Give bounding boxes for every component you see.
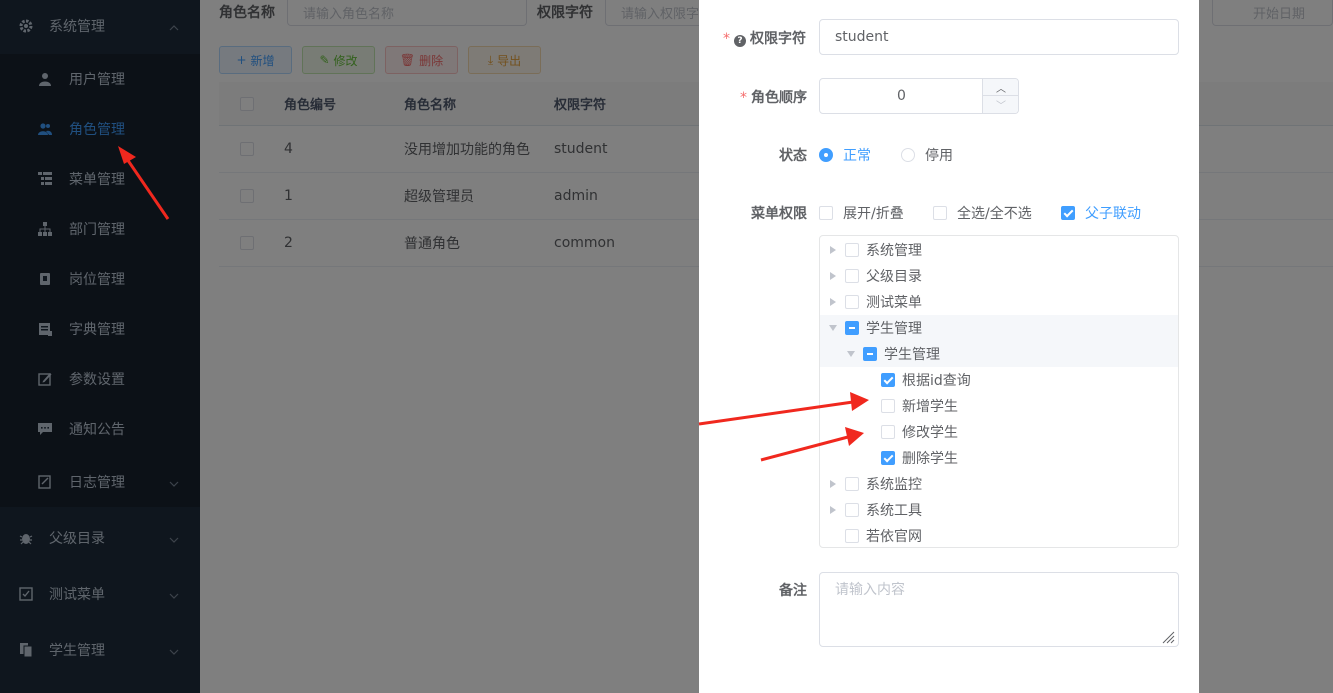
order-value: 0 <box>897 88 906 104</box>
caret-right-icon[interactable] <box>829 272 837 280</box>
checkbox <box>933 206 947 220</box>
checkbox <box>1061 206 1075 220</box>
order-stepper[interactable]: 0 ︿ ﹀ <box>819 78 1019 114</box>
tree-node[interactable]: 系统监控 <box>820 471 1178 497</box>
checkbox[interactable] <box>845 243 859 257</box>
caret-right-icon[interactable] <box>829 480 837 488</box>
tree-node-label: 系统工具 <box>866 503 922 519</box>
caret-down-icon[interactable] <box>847 350 855 358</box>
tree-node[interactable]: 系统管理 <box>820 237 1178 263</box>
tree-node[interactable]: 若依官网 <box>820 523 1178 549</box>
tree-node[interactable]: 新增学生 <box>820 393 1178 419</box>
radio-dot <box>901 148 915 162</box>
tree-node-label: 删除学生 <box>902 451 958 467</box>
tree-node-label: 根据id查询 <box>902 373 971 389</box>
tree-node-label: 父级目录 <box>866 269 922 285</box>
status-normal-radio[interactable]: 正常 <box>819 145 871 165</box>
perm-input[interactable]: student <box>819 19 1179 55</box>
expand-collapse-checkbox[interactable]: 展开/折叠 <box>819 203 904 223</box>
radio-label: 正常 <box>843 148 871 164</box>
tree-node[interactable]: 测试菜单 <box>820 289 1178 315</box>
checkbox[interactable] <box>845 269 859 283</box>
checkbox <box>819 206 833 220</box>
stepper-buttons: ︿ ﹀ <box>982 79 1019 113</box>
status-disabled-radio[interactable]: 停用 <box>901 145 953 165</box>
tree-node[interactable]: 修改学生 <box>820 419 1178 445</box>
tree-node-label: 若依官网 <box>866 529 922 545</box>
tree-node[interactable]: 根据id查询 <box>820 367 1178 393</box>
tree-node-label: 学生管理 <box>884 347 940 363</box>
caret-right-icon[interactable] <box>829 246 837 254</box>
remark-form-label: 备注 <box>779 583 807 599</box>
checkbox[interactable] <box>881 399 895 413</box>
tree-node-label: 测试菜单 <box>866 295 922 311</box>
chevron-down-icon[interactable]: ﹀ <box>983 96 1019 113</box>
caret-right-icon[interactable] <box>829 298 837 306</box>
remark-textarea[interactable]: 请输入内容 <box>819 572 1179 647</box>
menu-perm-form-label: 菜单权限 <box>751 206 807 222</box>
linkage-checkbox[interactable]: 父子联动 <box>1061 203 1141 223</box>
resize-handle-icon[interactable] <box>1159 628 1175 644</box>
role-dialog: *? 权限字符 student * 角色顺序 0 ︿ ﹀ 状态 正常 停用 菜单权限… <box>699 0 1199 693</box>
checkbox[interactable] <box>845 529 859 543</box>
caret-down-icon[interactable] <box>829 324 837 332</box>
checkbox[interactable] <box>881 451 895 465</box>
checkbox-label: 全选/全不选 <box>957 206 1032 222</box>
checkbox[interactable] <box>845 321 859 335</box>
checkbox[interactable] <box>845 477 859 491</box>
status-form-label: 状态 <box>779 148 807 164</box>
select-all-checkbox[interactable]: 全选/全不选 <box>933 203 1032 223</box>
checkbox[interactable] <box>863 347 877 361</box>
checkbox-label: 父子联动 <box>1085 206 1141 222</box>
tree-node-label: 新增学生 <box>902 399 958 415</box>
order-form-label: * 角色顺序 <box>740 90 807 106</box>
tree-node[interactable]: 父级目录 <box>820 263 1178 289</box>
radio-dot <box>819 148 833 162</box>
tree-node-label: 学生管理 <box>866 321 922 337</box>
tree-node[interactable]: 学生管理 <box>820 341 1178 367</box>
checkbox[interactable] <box>881 373 895 387</box>
checkbox[interactable] <box>881 425 895 439</box>
caret-right-icon[interactable] <box>829 506 837 514</box>
chevron-up-icon[interactable]: ︿ <box>983 79 1019 96</box>
checkbox[interactable] <box>845 295 859 309</box>
tree-node-label: 系统管理 <box>866 243 922 259</box>
menu-tree: 系统管理 父级目录 测试菜单 学生管理 学生管理 根据id查询 新增学生 修改学… <box>819 235 1179 548</box>
perm-form-label: *? 权限字符 <box>723 31 806 47</box>
tree-node[interactable]: 学生管理 <box>820 315 1178 341</box>
tree-node-label: 系统监控 <box>866 477 922 493</box>
tree-node[interactable]: 系统工具 <box>820 497 1178 523</box>
checkbox[interactable] <box>845 503 859 517</box>
checkbox-label: 展开/折叠 <box>843 206 904 222</box>
radio-label: 停用 <box>925 148 953 164</box>
tree-node[interactable]: 删除学生 <box>820 445 1178 471</box>
tree-node-label: 修改学生 <box>902 425 958 441</box>
question-icon[interactable]: ? <box>734 35 746 47</box>
